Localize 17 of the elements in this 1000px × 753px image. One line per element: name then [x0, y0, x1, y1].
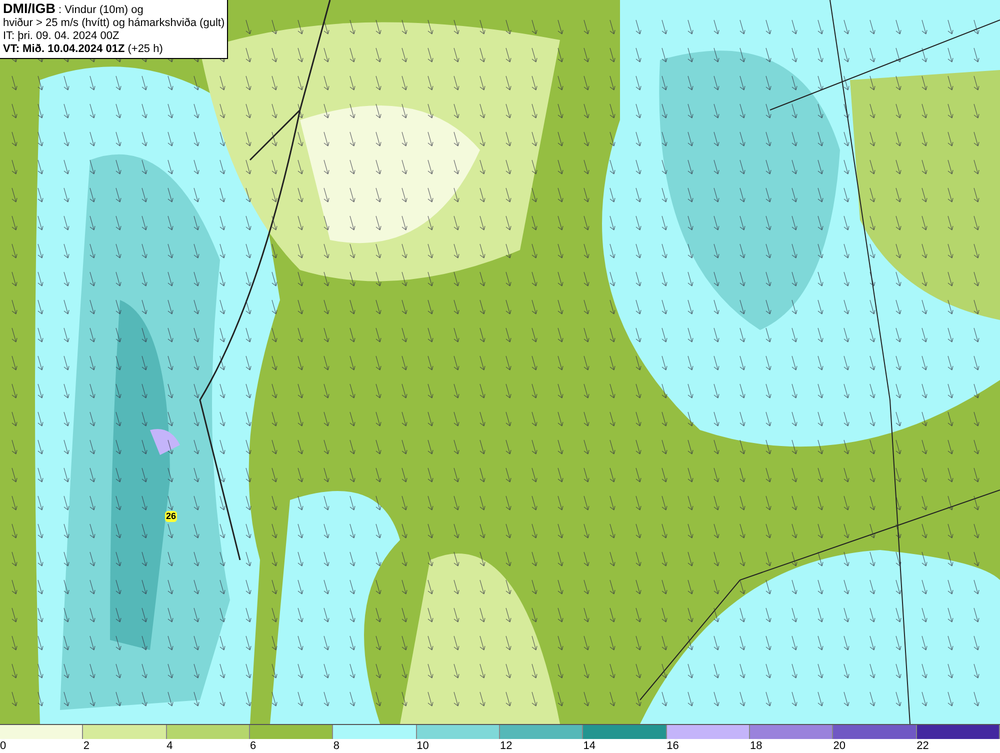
title-line: DMI/IGB : Vindur (10m) og: [3, 2, 144, 17]
title-line: VT: Mið. 10.04.2024 01Z (+25 h): [3, 43, 164, 56]
legend-label: 16: [666, 740, 679, 752]
legend-label: 14: [583, 740, 596, 752]
legend-label: 2: [83, 740, 90, 752]
title-line: hviður > 25 m/s (hvítt) og hámarkshviða (gult): [3, 17, 224, 30]
legend-label: 10: [416, 740, 429, 752]
legend-label: 8: [333, 740, 340, 752]
legend-label: 18: [750, 740, 762, 752]
legend-label: 6: [250, 740, 256, 752]
legend-label: 22: [916, 740, 929, 752]
legend-label: 0: [0, 740, 6, 752]
legend-label: 12: [500, 740, 512, 752]
legend-label: 4: [166, 740, 173, 752]
gust-label: 26: [165, 511, 178, 522]
legend-label: 20: [833, 740, 846, 752]
title-line: IT: þri. 09. 04. 2024 00Z: [3, 30, 120, 43]
